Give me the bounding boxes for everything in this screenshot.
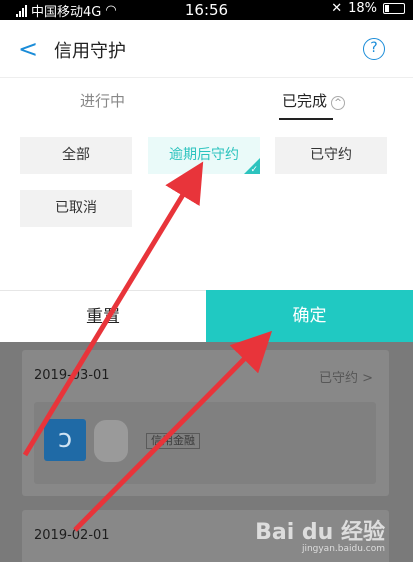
filter-overdue-kept[interactable]: 逾期后守约 ✓ (148, 137, 260, 174)
watermark-url: jingyan.baidu.com (301, 544, 385, 554)
filter-all[interactable]: 全部 (20, 137, 132, 174)
system-indicators: ✕ 18% (331, 1, 405, 16)
record-date: 2019-03-01 (34, 368, 110, 383)
chevron-up-icon: ^ (331, 96, 346, 110)
watermark: Bai du 经验 jingyan.baidu.com (255, 520, 385, 555)
record-status-label: 已守约 (318, 371, 358, 386)
merchant-name-redacted (94, 420, 128, 462)
reset-button[interactable]: 重置 (0, 290, 206, 342)
watermark-brand: Bai du 经验 (255, 520, 385, 545)
filter-cancelled[interactable]: 已取消 (20, 190, 132, 227)
chevron-right-icon: > (362, 371, 373, 386)
tab-in-progress[interactable]: 进行中 (80, 90, 125, 111)
page-title: 信用守护 (54, 41, 126, 62)
back-arrow-icon[interactable]: < (18, 35, 38, 63)
merchant-logo-icon: ↄ (44, 419, 86, 461)
record-date: 2019-02-01 (34, 528, 110, 543)
tab-label: 进行中 (80, 92, 126, 110)
battery-icon (383, 3, 405, 14)
status-bar: 中国移动4G ◠ 16:56 ✕ 18% (0, 0, 413, 20)
mute-icon: ✕ (331, 1, 343, 16)
merchant-tag: 信用金融 (146, 433, 200, 449)
active-tab-indicator (279, 118, 333, 120)
confirm-button[interactable]: 确定 (206, 290, 413, 342)
filter-label: 逾期后守约 (169, 147, 239, 163)
tab-completed[interactable]: 已完成 ^ (282, 90, 346, 111)
record-card[interactable]: 2019-03-01 已守约 > ↄ 信用金融 (22, 350, 389, 496)
tab-label: 已完成 (282, 92, 328, 110)
help-icon[interactable]: ? (363, 38, 385, 60)
record-status: 已守约 > (319, 367, 373, 386)
filter-kept[interactable]: 已守约 (275, 137, 387, 174)
nav-bar: < 信用守护 ? (0, 20, 413, 78)
merchant-row: ↄ 信用金融 (34, 402, 376, 484)
battery-percent: 18% (348, 1, 377, 16)
checkmark-icon: ✓ (250, 165, 258, 174)
filter-panel: 进行中 已完成 ^ 全部 逾期后守约 ✓ 已守约 已取消 (0, 78, 413, 290)
